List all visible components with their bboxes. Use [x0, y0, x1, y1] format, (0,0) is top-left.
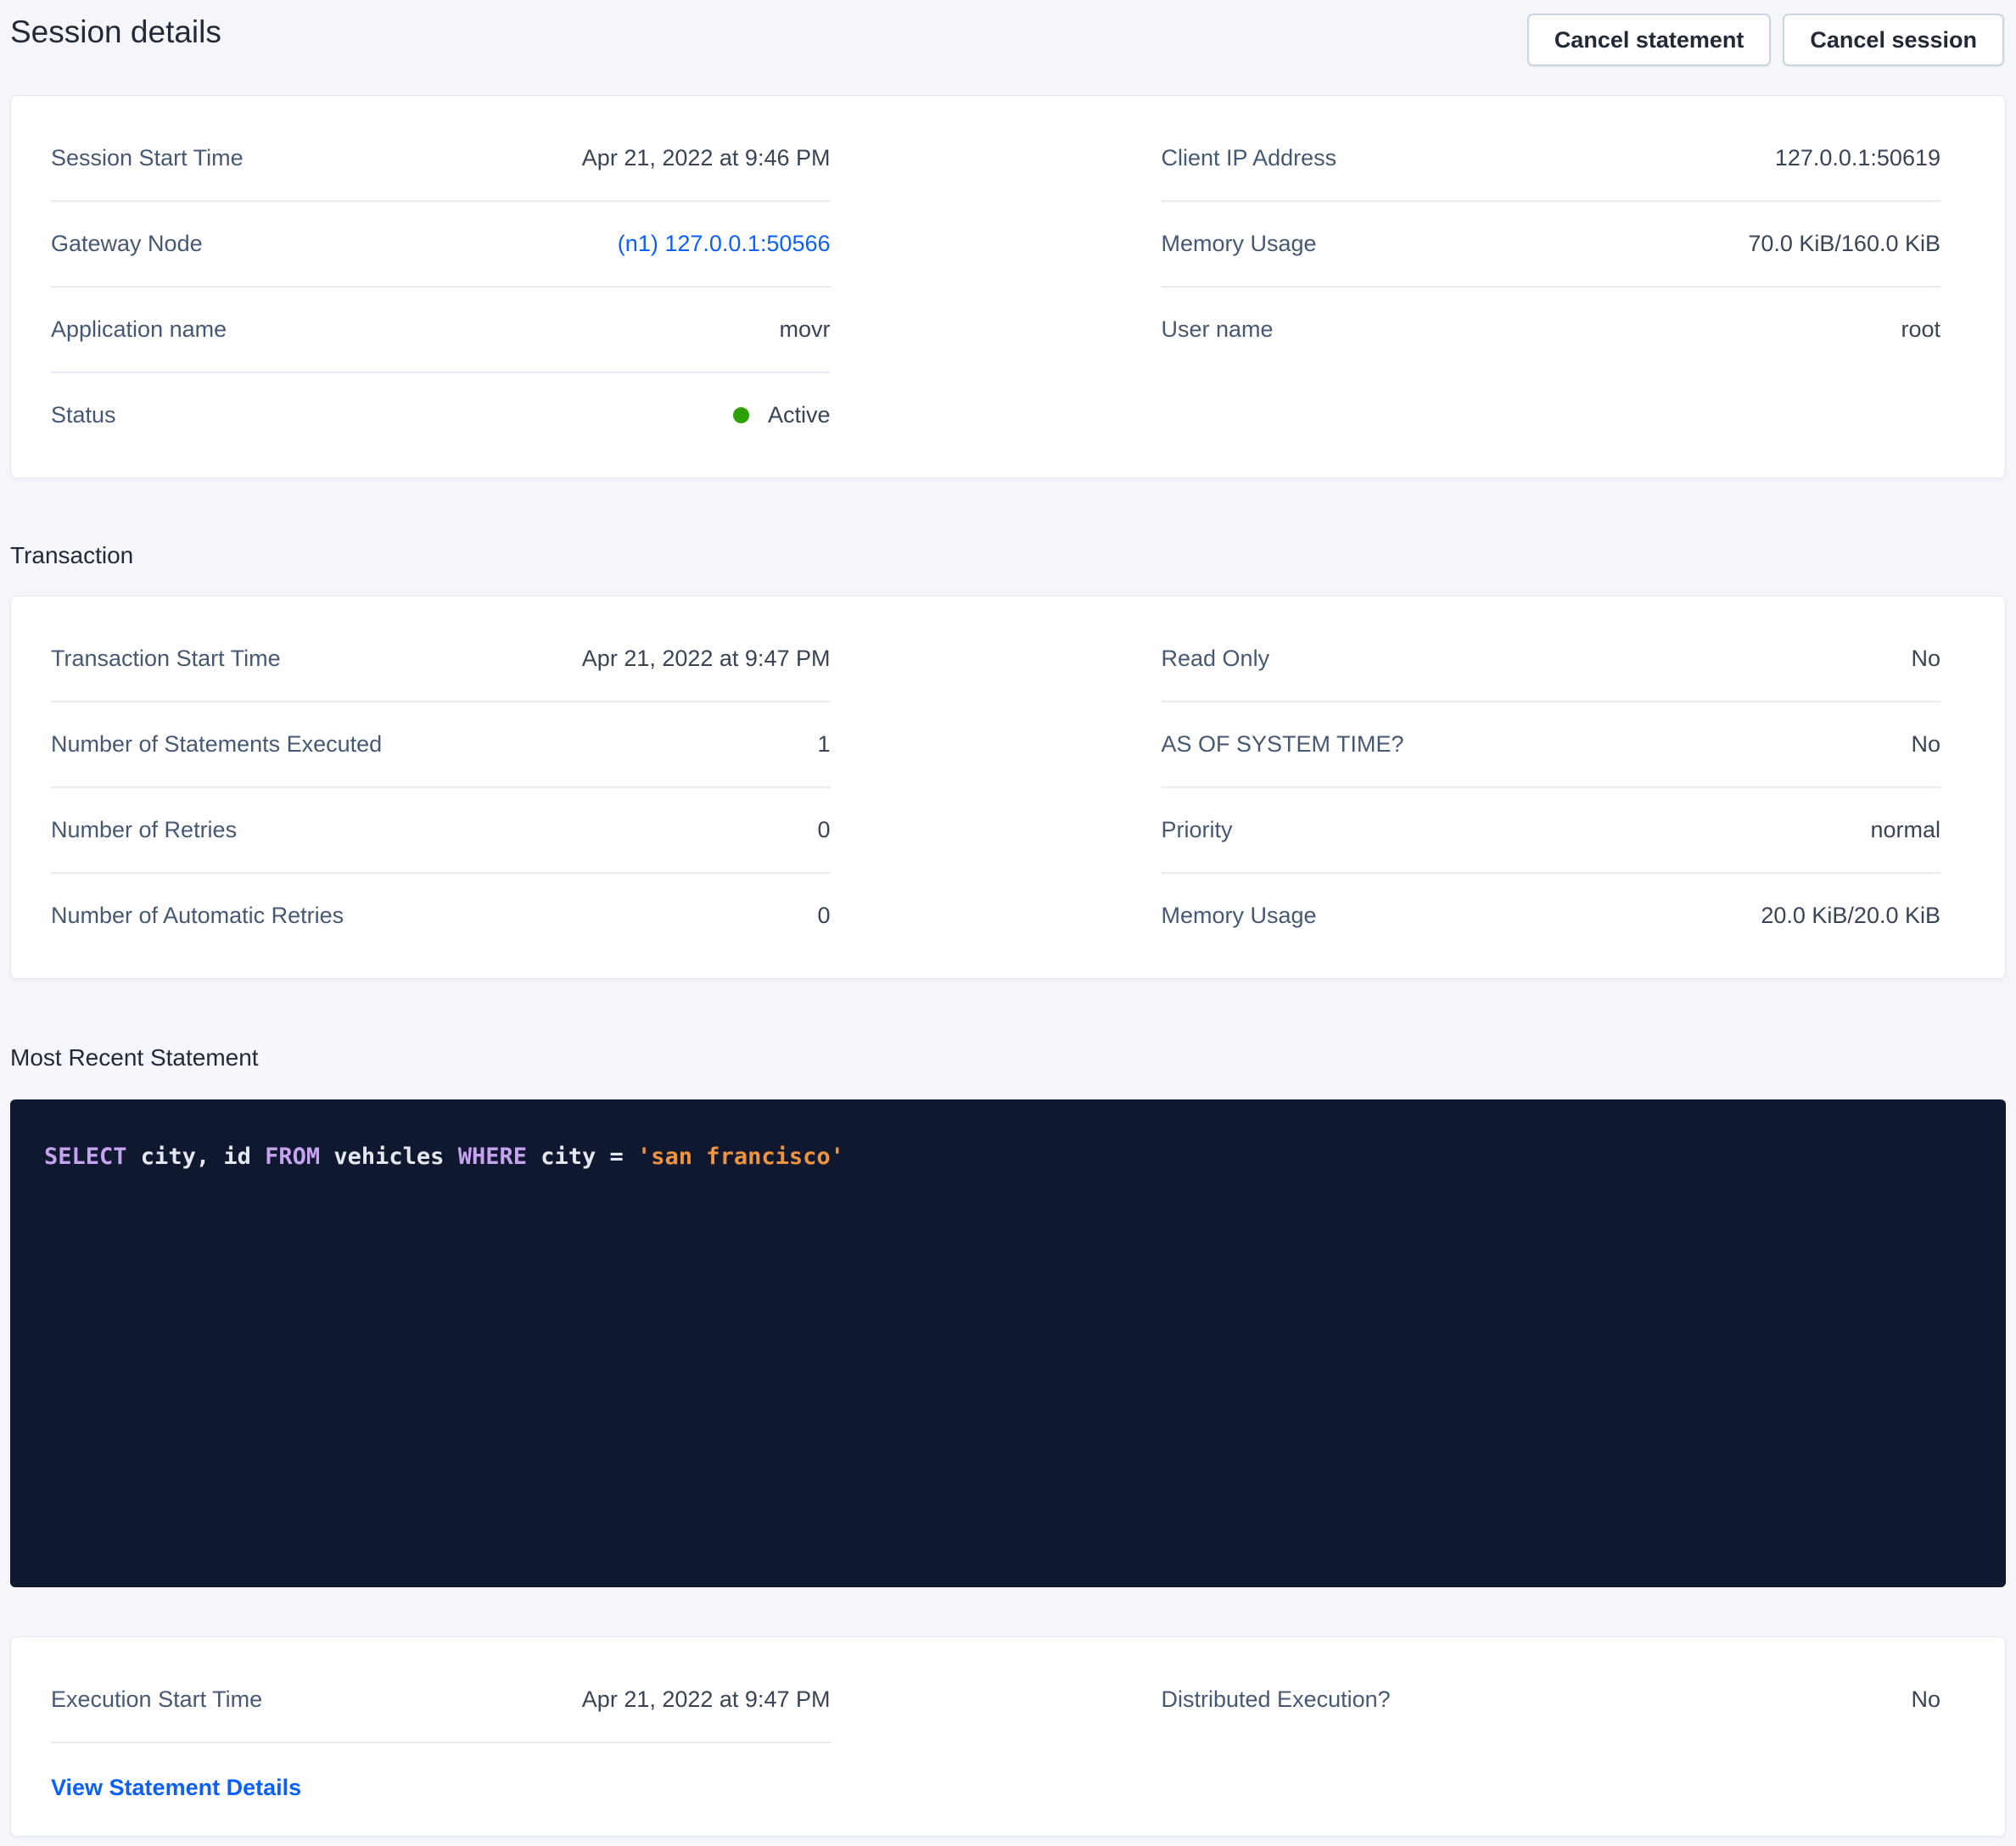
- automatic-retries-value: 0: [817, 902, 830, 930]
- sql-statement-line: SELECT city, id FROM vehicles WHERE city…: [44, 1142, 1972, 1172]
- priority-value: normal: [1870, 816, 1940, 844]
- session-memory-usage-row: Memory Usage 70.0 KiB/160.0 KiB: [1162, 202, 1941, 288]
- application-name-label: Application name: [51, 316, 227, 344]
- transaction-memory-usage-row: Memory Usage 20.0 KiB/20.0 KiB: [1162, 874, 1941, 958]
- user-name-label: User name: [1162, 316, 1274, 344]
- view-statement-details-row: View Statement Details: [51, 1743, 831, 1802]
- gateway-node-row: Gateway Node (n1) 127.0.0.1:50566: [51, 202, 831, 288]
- execution-start-time-value: Apr 21, 2022 at 9:47 PM: [582, 1686, 831, 1714]
- client-ip-label: Client IP Address: [1162, 144, 1337, 172]
- execution-right-column: Distributed Execution? No: [1162, 1658, 1941, 1802]
- transaction-start-time-value: Apr 21, 2022 at 9:47 PM: [582, 645, 831, 673]
- transaction-left-column: Transaction Start Time Apr 21, 2022 at 9…: [51, 617, 831, 958]
- status-value: Active: [733, 401, 831, 429]
- session-start-time-row: Session Start Time Apr 21, 2022 at 9:46 …: [51, 116, 831, 202]
- priority-row: Priority normal: [1162, 788, 1941, 874]
- view-statement-details-link[interactable]: View Statement Details: [51, 1775, 301, 1800]
- transaction-start-time-label: Transaction Start Time: [51, 645, 281, 673]
- page-header: Session details Cancel statement Cancel …: [0, 14, 2016, 66]
- sql-table: vehicles: [320, 1144, 458, 1170]
- statements-executed-value: 1: [817, 730, 830, 758]
- gateway-node-link[interactable]: (n1) 127.0.0.1:50566: [618, 230, 831, 258]
- status-badge: Active: [768, 401, 831, 429]
- automatic-retries-label: Number of Automatic Retries: [51, 902, 344, 930]
- transaction-right-column: Read Only No AS OF SYSTEM TIME? No Prior…: [1162, 617, 1941, 958]
- retries-value: 0: [817, 816, 830, 844]
- execution-start-time-row: Execution Start Time Apr 21, 2022 at 9:4…: [51, 1658, 831, 1743]
- transaction-memory-usage-value: 20.0 KiB/20.0 KiB: [1761, 902, 1940, 930]
- cancel-statement-button[interactable]: Cancel statement: [1527, 14, 1772, 66]
- transaction-heading: Transaction: [10, 541, 2016, 570]
- application-name-value: movr: [780, 316, 831, 344]
- priority-label: Priority: [1162, 816, 1233, 844]
- session-details-card: Session Start Time Apr 21, 2022 at 9:46 …: [10, 95, 2006, 478]
- retries-row: Number of Retries 0: [51, 788, 831, 874]
- statements-executed-row: Number of Statements Executed 1: [51, 702, 831, 788]
- most-recent-statement-heading: Most Recent Statement: [10, 1043, 2016, 1072]
- status-label: Status: [51, 401, 116, 429]
- as-of-system-time-label: AS OF SYSTEM TIME?: [1162, 730, 1404, 758]
- execution-columns: Execution Start Time Apr 21, 2022 at 9:4…: [11, 1637, 2005, 1836]
- as-of-system-time-value: No: [1911, 730, 1940, 758]
- automatic-retries-row: Number of Automatic Retries 0: [51, 874, 831, 958]
- transaction-card: Transaction Start Time Apr 21, 2022 at 9…: [10, 596, 2006, 979]
- status-active-dot: [733, 407, 749, 423]
- sql-condition: city =: [527, 1144, 637, 1170]
- statements-executed-label: Number of Statements Executed: [51, 730, 382, 758]
- session-details-columns: Session Start Time Apr 21, 2022 at 9:46 …: [11, 96, 2005, 478]
- gateway-node-label: Gateway Node: [51, 230, 203, 258]
- session-start-time-label: Session Start Time: [51, 144, 244, 172]
- read-only-label: Read Only: [1162, 645, 1270, 673]
- client-ip-value: 127.0.0.1:50619: [1775, 144, 1940, 172]
- sql-string-literal: 'san francisco': [637, 1144, 844, 1170]
- session-start-time-value: Apr 21, 2022 at 9:46 PM: [582, 144, 831, 172]
- sql-keyword-select: SELECT: [44, 1144, 127, 1170]
- session-memory-usage-label: Memory Usage: [1162, 230, 1317, 258]
- sql-keyword-where: WHERE: [458, 1144, 527, 1170]
- transaction-start-time-row: Transaction Start Time Apr 21, 2022 at 9…: [51, 617, 831, 702]
- client-ip-row: Client IP Address 127.0.0.1:50619: [1162, 116, 1941, 202]
- sql-keyword-from: FROM: [265, 1144, 320, 1170]
- session-details-right-column: Client IP Address 127.0.0.1:50619 Memory…: [1162, 116, 1941, 457]
- read-only-value: No: [1911, 645, 1940, 673]
- header-actions: Cancel statement Cancel session: [1527, 14, 2004, 66]
- sql-statement-box: SELECT city, id FROM vehicles WHERE city…: [10, 1099, 2006, 1587]
- retries-label: Number of Retries: [51, 816, 237, 844]
- execution-card: Execution Start Time Apr 21, 2022 at 9:4…: [10, 1636, 2006, 1837]
- page-title: Session details: [10, 14, 221, 51]
- execution-start-time-label: Execution Start Time: [51, 1686, 262, 1714]
- sql-columns: city, id: [127, 1144, 266, 1170]
- application-name-row: Application name movr: [51, 288, 831, 373]
- distributed-execution-value: No: [1911, 1686, 1940, 1714]
- session-details-left-column: Session Start Time Apr 21, 2022 at 9:46 …: [51, 116, 831, 457]
- distributed-execution-row: Distributed Execution? No: [1162, 1658, 1941, 1742]
- transaction-memory-usage-label: Memory Usage: [1162, 902, 1317, 930]
- transaction-columns: Transaction Start Time Apr 21, 2022 at 9…: [11, 596, 2005, 978]
- execution-left-column: Execution Start Time Apr 21, 2022 at 9:4…: [51, 1658, 831, 1802]
- user-name-row: User name root: [1162, 288, 1941, 372]
- read-only-row: Read Only No: [1162, 617, 1941, 702]
- session-memory-usage-value: 70.0 KiB/160.0 KiB: [1748, 230, 1940, 258]
- user-name-value: root: [1901, 316, 1940, 344]
- as-of-system-time-row: AS OF SYSTEM TIME? No: [1162, 702, 1941, 788]
- status-row: Status Active: [51, 373, 831, 457]
- cancel-session-button[interactable]: Cancel session: [1783, 14, 2004, 66]
- distributed-execution-label: Distributed Execution?: [1162, 1686, 1391, 1714]
